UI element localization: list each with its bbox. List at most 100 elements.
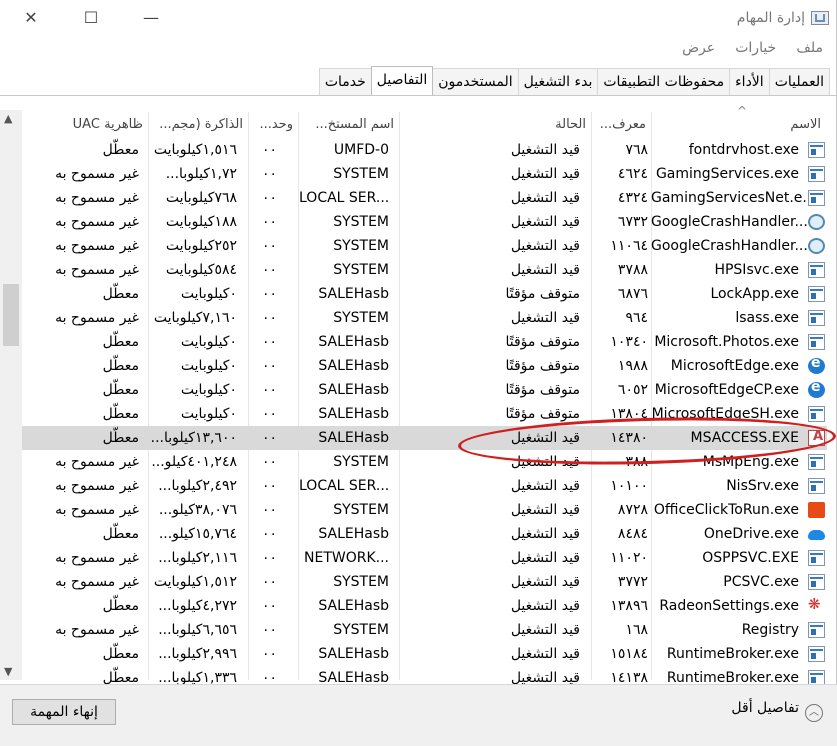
process-cpu: ٠٠ [261,358,277,374]
process-name: MicrosoftEdgeSH.exe [651,406,799,422]
table-row[interactable]: fontdrvhost.exe ٧٦٨ قيد التشغيل UMFD-0 ٠٠ ١,٥… [22,138,827,162]
process-pid: ٨٧٢٨ [617,502,648,518]
tab-0[interactable]: العمليات [768,68,830,95]
process-name: OSPPSVC.EXE [702,550,799,566]
menu-file[interactable]: ملف [794,38,825,58]
process-uac: غير مسموح به [55,238,139,254]
table-row[interactable]: Registry ١٦٨ قيد التشغيل SYSTEM ٠٠ ٦,٦٥٦كيلوب… [22,618,827,642]
process-name: Registry [741,622,799,638]
process-user: SALEHasb [318,286,389,302]
process-memory: ٠كيلوبايت [180,406,237,422]
tab-3[interactable]: بدء التشغيل [517,68,599,95]
tab-4[interactable]: المستخدمون [432,68,519,95]
menu-bar: ملف خيارات عرض [0,38,837,64]
menu-view[interactable]: عرض [680,38,717,58]
table-row[interactable]: MSACCESS.EXE ١٤٣٨٠ قيد التشغيل SALEHasb ٠٠ ١٣… [22,426,827,450]
process-memory: ٢٥٢كيلوبايت [165,238,237,254]
task-manager-window: ✕ ☐ — إدارة المهام ملف خيارات عرض العملي… [0,0,837,746]
column-header-user[interactable]: اسم المستخ... [299,112,400,138]
chevron-up-icon: ︿ [805,704,823,722]
minimize-button[interactable]: — [128,0,174,36]
process-status: قيد التشغيل [510,166,580,182]
window-title: إدارة المهام [736,10,805,26]
process-pid: ٩٦٤ [625,310,648,326]
process-uac: معطّل [102,526,139,542]
tab-2[interactable]: محفوظات التطبيقات [597,68,731,95]
process-name: OfficeClickToRun.exe [653,502,799,518]
table-row[interactable]: RadeonSettings.exe ١٣٨٩٦ قيد التشغيل SALEHa… [22,594,827,618]
column-header-cpu[interactable]: وحد... [249,112,299,138]
table-row[interactable]: OSPPSVC.EXE ١١٠٢٠ قيد التشغيل NETWORK... ٠٠ ٢… [22,546,827,570]
table-row[interactable]: RuntimeBroker.exe ١٥١٨٤ قيد التشغيل SALEHas… [22,642,827,666]
process-pid: ٣٧٧٢ [617,574,648,590]
process-cpu: ٠٠ [261,166,277,182]
tab-1[interactable]: الأداء [729,68,770,95]
table-row[interactable]: GoogleCrashHandler... ١١٠٦٤ قيد التشغيل SYS… [22,234,827,258]
table-row[interactable]: HPSIsvc.exe ٣٧٨٨ قيد التشغيل SYSTEM ٠٠ ٥٨٤كيل… [22,258,827,282]
radeon-icon [808,595,825,614]
column-header-memory[interactable]: الذاكرة (مجم... [149,112,249,138]
table-row[interactable]: LockApp.exe ٦٨٧٦ متوقف مؤقتًا SALEHasb ٠٠ ٠كي… [22,282,827,306]
process-uac: غير مسموح به [55,310,139,326]
process-uac: معطّل [102,142,139,158]
process-cpu: ٠٠ [261,286,277,302]
process-user: SALEHasb [318,358,389,374]
process-status: قيد التشغيل [510,214,580,230]
scroll-up-icon[interactable]: ▲ [4,112,12,125]
table-row[interactable]: GoogleCrashHandler... ٦٧٣٢ قيد التشغيل SYST… [22,210,827,234]
process-uac: غير مسموح به [55,574,139,590]
process-memory: ٢,١١٦كيلوبا... [158,550,237,566]
fewer-details-link[interactable]: ︿ تفاصيل أقل [731,700,823,722]
process-memory: ٦,٦٥٦كيلوبا... [158,622,237,638]
table-row[interactable]: PCSVC.exe ٣٧٧٢ قيد التشغيل SYSTEM ٠٠ ١,٥١٢كيل… [22,570,827,594]
close-button[interactable]: ✕ [8,0,54,36]
process-memory: ٠كيلوبايت [180,286,237,302]
table-row[interactable]: lsass.exe ٩٦٤ قيد التشغيل SYSTEM ٠٠ ٧,١٦٠كيلو… [22,306,827,330]
table-row[interactable]: Microsoft.Photos.exe ١٠٣٤٠ متوقف مؤقتًا SAL… [22,330,827,354]
menu-options[interactable]: خيارات [733,38,778,58]
process-status: قيد التشغيل [510,598,580,614]
process-name: LockApp.exe [710,286,799,302]
table-row[interactable]: MicrosoftEdge.exe ١٩٨٨ متوقف مؤقتًا SALEHas… [22,354,827,378]
table-row[interactable]: GamingServices.exe ٤٦٢٤ قيد التشغيل SYSTEM ٠… [22,162,827,186]
table-row[interactable]: MicrosoftEdgeCP.exe ٦٠٥٢ متوقف مؤقتًا SALEH… [22,378,827,402]
table-row[interactable]: MsMpEng.exe ٣٨٨ قيد التشغيل SYSTEM ٠٠ ٤٠١,٢٤٨… [22,450,827,474]
end-task-button[interactable]: إنهاء المهمة [12,699,116,725]
process-pid: ٧٦٨ [625,142,648,158]
column-header-status[interactable]: الحالة [400,112,592,138]
process-uac: معطّل [102,430,139,446]
process-pid: ١٣٨٩٦ [610,598,648,614]
fewer-details-label: تفاصيل أقل [731,700,799,716]
process-user: SALEHasb [318,406,389,422]
process-pid: ١١٠٢٠ [610,550,648,566]
windows-exe-icon [808,550,825,566]
tab-5[interactable]: التفاصيل [370,66,434,95]
column-header-uac[interactable]: ظاهرية UAC [22,112,149,138]
process-uac: معطّل [102,334,139,350]
process-user: SYSTEM [333,574,389,590]
crash-handler-icon [808,214,825,230]
process-name: PCSVC.exe [723,574,799,590]
table-row[interactable]: NisSrv.exe ١٠١٠٠ قيد التشغيل LOCAL SER... ٠٠… [22,474,827,498]
process-pid: ١٥١٨٤ [610,646,648,662]
process-user: SALEHasb [318,382,389,398]
edge-icon [808,355,825,374]
process-uac: غير مسموح به [55,190,139,206]
table-row[interactable]: OfficeClickToRun.exe ٨٧٢٨ قيد التشغيل SYSTE… [22,498,827,522]
scroll-thumb[interactable] [3,284,19,346]
column-header-name[interactable]: الاسم [652,112,827,138]
process-status: متوقف مؤقتًا [505,358,580,374]
process-name: lsass.exe [735,310,799,326]
process-cpu: ٠٠ [261,334,277,350]
process-name: GamingServices.exe [655,166,799,182]
table-row[interactable]: OneDrive.exe ٨٤٨٤ قيد التشغيل SALEHasb ٠٠ ١٥,… [22,522,827,546]
vertical-scrollbar[interactable]: ▲ ▼ [0,110,22,680]
scroll-down-icon[interactable]: ▼ [4,665,12,678]
maximize-button[interactable]: ☐ [68,0,114,36]
process-name: GamingServicesNet.e... [651,190,816,206]
tab-6[interactable]: خدمات [318,68,372,95]
table-row[interactable]: GamingServicesNet.e... ٤٣٢٤ قيد التشغيل LOC… [22,186,827,210]
table-row[interactable]: MicrosoftEdgeSH.exe ١٣٨٠٤ متوقف مؤقتًا SALE… [22,402,827,426]
column-header-pid[interactable]: معرف... [592,112,652,138]
process-status: قيد التشغيل [510,142,580,158]
